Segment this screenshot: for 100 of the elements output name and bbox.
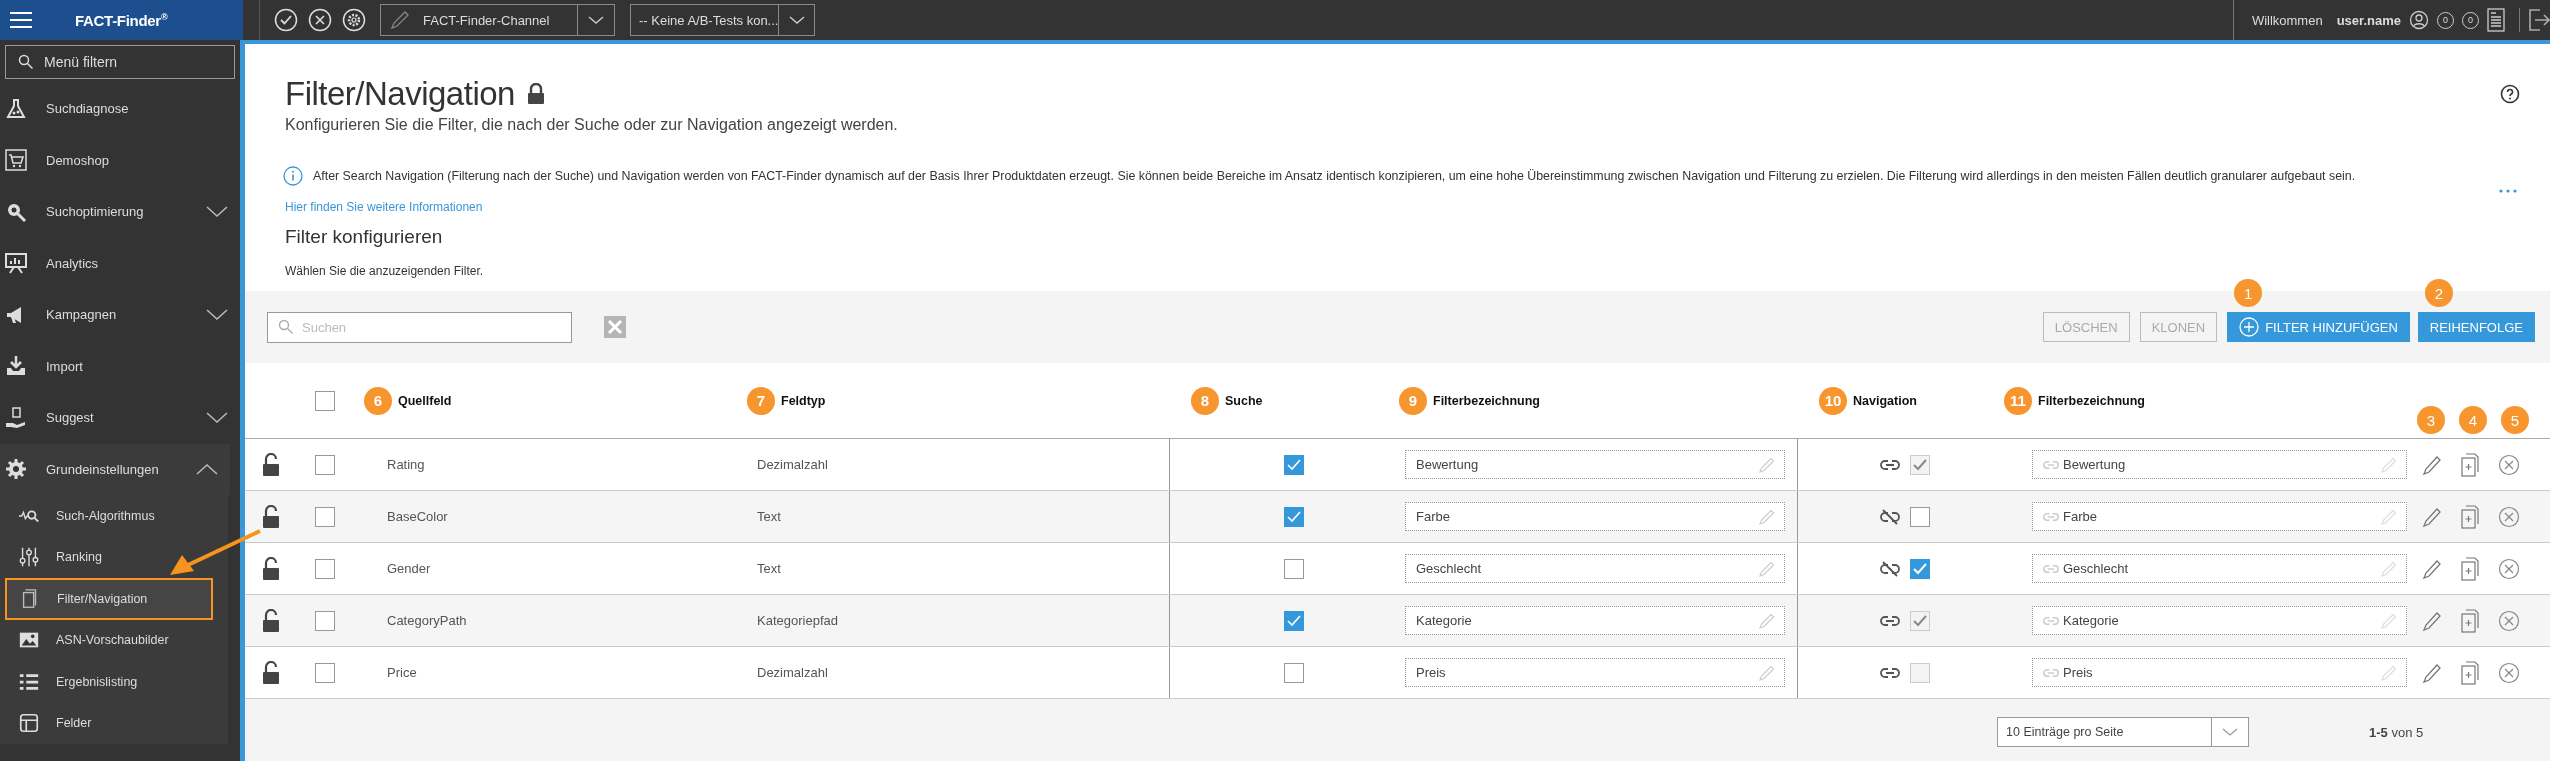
chevron-down-icon xyxy=(2222,727,2238,737)
copy-icon[interactable] xyxy=(2461,556,2479,581)
user-icon[interactable] xyxy=(2409,10,2429,30)
unlink-icon[interactable] xyxy=(1880,560,1900,577)
ab-test-select[interactable]: -- Keine A/B-Tests kon... xyxy=(630,4,815,36)
check-circle-icon[interactable] xyxy=(274,8,298,32)
chevron-down-icon xyxy=(206,205,228,218)
user-name: user.name xyxy=(2336,12,2401,28)
sidebar-item[interactable]: Suchdiagnose xyxy=(0,83,240,135)
sidebar-item[interactable]: Analytics xyxy=(0,237,240,289)
sidebar-item[interactable]: Suggest xyxy=(0,392,240,444)
row-checkbox[interactable] xyxy=(314,506,335,527)
filter-name-field[interactable]: Geschlecht xyxy=(1405,554,1785,583)
navigation-checkbox[interactable] xyxy=(1910,506,1930,527)
channel-select[interactable]: FACT-Finder-Channel xyxy=(380,4,615,36)
delete-icon[interactable] xyxy=(2498,661,2520,684)
chevron-down-icon xyxy=(206,308,228,321)
close-circle-icon[interactable] xyxy=(308,8,332,32)
navigation-name-field[interactable]: Kategorie xyxy=(2032,606,2407,635)
unlink-icon[interactable] xyxy=(1880,508,1900,525)
copy-icon[interactable] xyxy=(2461,608,2479,633)
row-checkbox[interactable] xyxy=(314,610,335,631)
column-header[interactable]: Quellfeld xyxy=(398,393,452,408)
navigation-name-field[interactable]: Farbe xyxy=(2032,502,2407,531)
menu-icon[interactable] xyxy=(10,12,32,28)
link-icon xyxy=(2043,459,2059,470)
link-icon[interactable] xyxy=(1880,458,1900,471)
step-badge: 9 xyxy=(1399,386,1427,415)
sidebar-subitem[interactable]: Ranking xyxy=(0,536,228,578)
info-text: After Search Navigation (Filterung nach der Suche) und Navigation werden von FACT-Finder dynamisch auf der Basis Ihrer Produktdaten erzeugt. Sie können beide Bereiche im Ansatz identisch konzipieren, um eine hohe Übereinstimmung zwischen Navigation und Filterung zu erzielen. Die Filterung wird allerdings in den meisten Fällen deutlich granularer aufgebaut sein. xyxy=(313,168,2357,185)
table-cell: Text xyxy=(757,561,781,576)
sidebar-subitem[interactable]: Felder xyxy=(0,702,228,744)
step-badge: 5 xyxy=(2501,406,2529,434)
sidebar-item[interactable]: Grundeinstellungen xyxy=(0,443,230,495)
filter-name-field[interactable]: Farbe xyxy=(1405,502,1785,531)
unlocked-icon[interactable] xyxy=(262,556,280,581)
navigation-name-field[interactable]: Preis xyxy=(2032,658,2407,687)
filter-name-field[interactable]: Preis xyxy=(1405,658,1785,687)
navigation-name-field[interactable]: Bewertung xyxy=(2032,450,2407,479)
lock-icon xyxy=(526,83,545,105)
copy-icon[interactable] xyxy=(2461,660,2479,685)
menu-filter-field[interactable]: Menü filtern xyxy=(5,45,235,79)
hand-document-icon xyxy=(4,405,28,430)
navigation-name-field[interactable]: Geschlecht xyxy=(2032,554,2407,583)
sidebar-subitem[interactable]: Such-Algorithmus xyxy=(0,495,228,537)
delete-icon[interactable] xyxy=(2498,609,2520,632)
help-icon[interactable] xyxy=(2500,84,2520,104)
delete-icon[interactable] xyxy=(2498,557,2520,580)
sidebar-item[interactable]: Kampagnen xyxy=(0,289,240,341)
navigation-checkbox[interactable] xyxy=(1910,558,1930,579)
search-checkbox[interactable] xyxy=(1283,454,1304,475)
column-header[interactable]: Filterbezeichnung xyxy=(2038,393,2145,408)
search-checkbox[interactable] xyxy=(1283,506,1304,527)
delete-icon[interactable] xyxy=(2498,453,2520,476)
link-icon[interactable] xyxy=(1880,614,1900,627)
filter-name-field[interactable]: Bewertung xyxy=(1405,450,1785,479)
page-range: 1-5 von 5 xyxy=(2369,724,2424,740)
section-title: Filter konfigurieren xyxy=(285,225,444,249)
select-all-checkbox[interactable] xyxy=(314,390,335,411)
column-header[interactable]: Feldtyp xyxy=(781,393,826,408)
table-cell: CategoryPath xyxy=(387,613,467,628)
settings-icon[interactable] xyxy=(342,8,366,32)
document-icon[interactable] xyxy=(2487,8,2505,32)
unlocked-icon[interactable] xyxy=(262,452,280,477)
copy-icon[interactable] xyxy=(2461,504,2479,529)
flask-icon xyxy=(4,96,28,121)
row-checkbox[interactable] xyxy=(314,662,335,683)
unlocked-icon[interactable] xyxy=(262,608,280,633)
copy-icon[interactable] xyxy=(2461,452,2479,477)
unlocked-icon[interactable] xyxy=(262,504,280,529)
search-checkbox[interactable] xyxy=(1283,662,1304,683)
logout-icon[interactable] xyxy=(2519,8,2550,32)
pencil-icon xyxy=(389,9,411,31)
row-checkbox[interactable] xyxy=(314,558,335,579)
unlocked-icon[interactable] xyxy=(262,660,280,685)
cart-icon xyxy=(4,148,28,173)
filter-name-field[interactable]: Kategorie xyxy=(1405,606,1785,635)
table-cell: Text xyxy=(757,509,781,524)
more-icon[interactable] xyxy=(2498,188,2518,194)
sliders-icon xyxy=(18,546,40,569)
step-badge: 3 xyxy=(2417,406,2445,434)
row-checkbox[interactable] xyxy=(314,454,335,475)
search-checkbox[interactable] xyxy=(1283,610,1304,631)
delete-icon[interactable] xyxy=(2498,505,2520,528)
column-header[interactable]: Navigation xyxy=(1853,393,1917,408)
link-icon xyxy=(2043,511,2059,522)
clear-icon[interactable] xyxy=(604,316,626,338)
column-header[interactable]: Suche xyxy=(1225,393,1263,408)
sidebar-item[interactable]: Demoshop xyxy=(0,134,240,186)
sidebar-subitem[interactable]: ASN-Vorschaubilder xyxy=(0,619,228,661)
column-header[interactable]: Filterbezeichnung xyxy=(1433,393,1540,408)
sidebar-subitem[interactable]: Ergebnislisting xyxy=(0,661,228,703)
search-checkbox[interactable] xyxy=(1283,558,1304,579)
sidebar-item[interactable]: Suchoptimierung xyxy=(0,186,240,238)
per-page-select[interactable]: 10 Einträge pro Seite xyxy=(1997,717,2249,747)
section-hint: Wählen Sie die anzuzeigenden Filter. xyxy=(285,263,485,280)
link-icon[interactable] xyxy=(1880,666,1900,679)
link-icon xyxy=(2043,563,2059,574)
logo: FACT-Finder$^{®}$ xyxy=(75,11,168,29)
sidebar-item[interactable]: Import xyxy=(0,340,240,392)
